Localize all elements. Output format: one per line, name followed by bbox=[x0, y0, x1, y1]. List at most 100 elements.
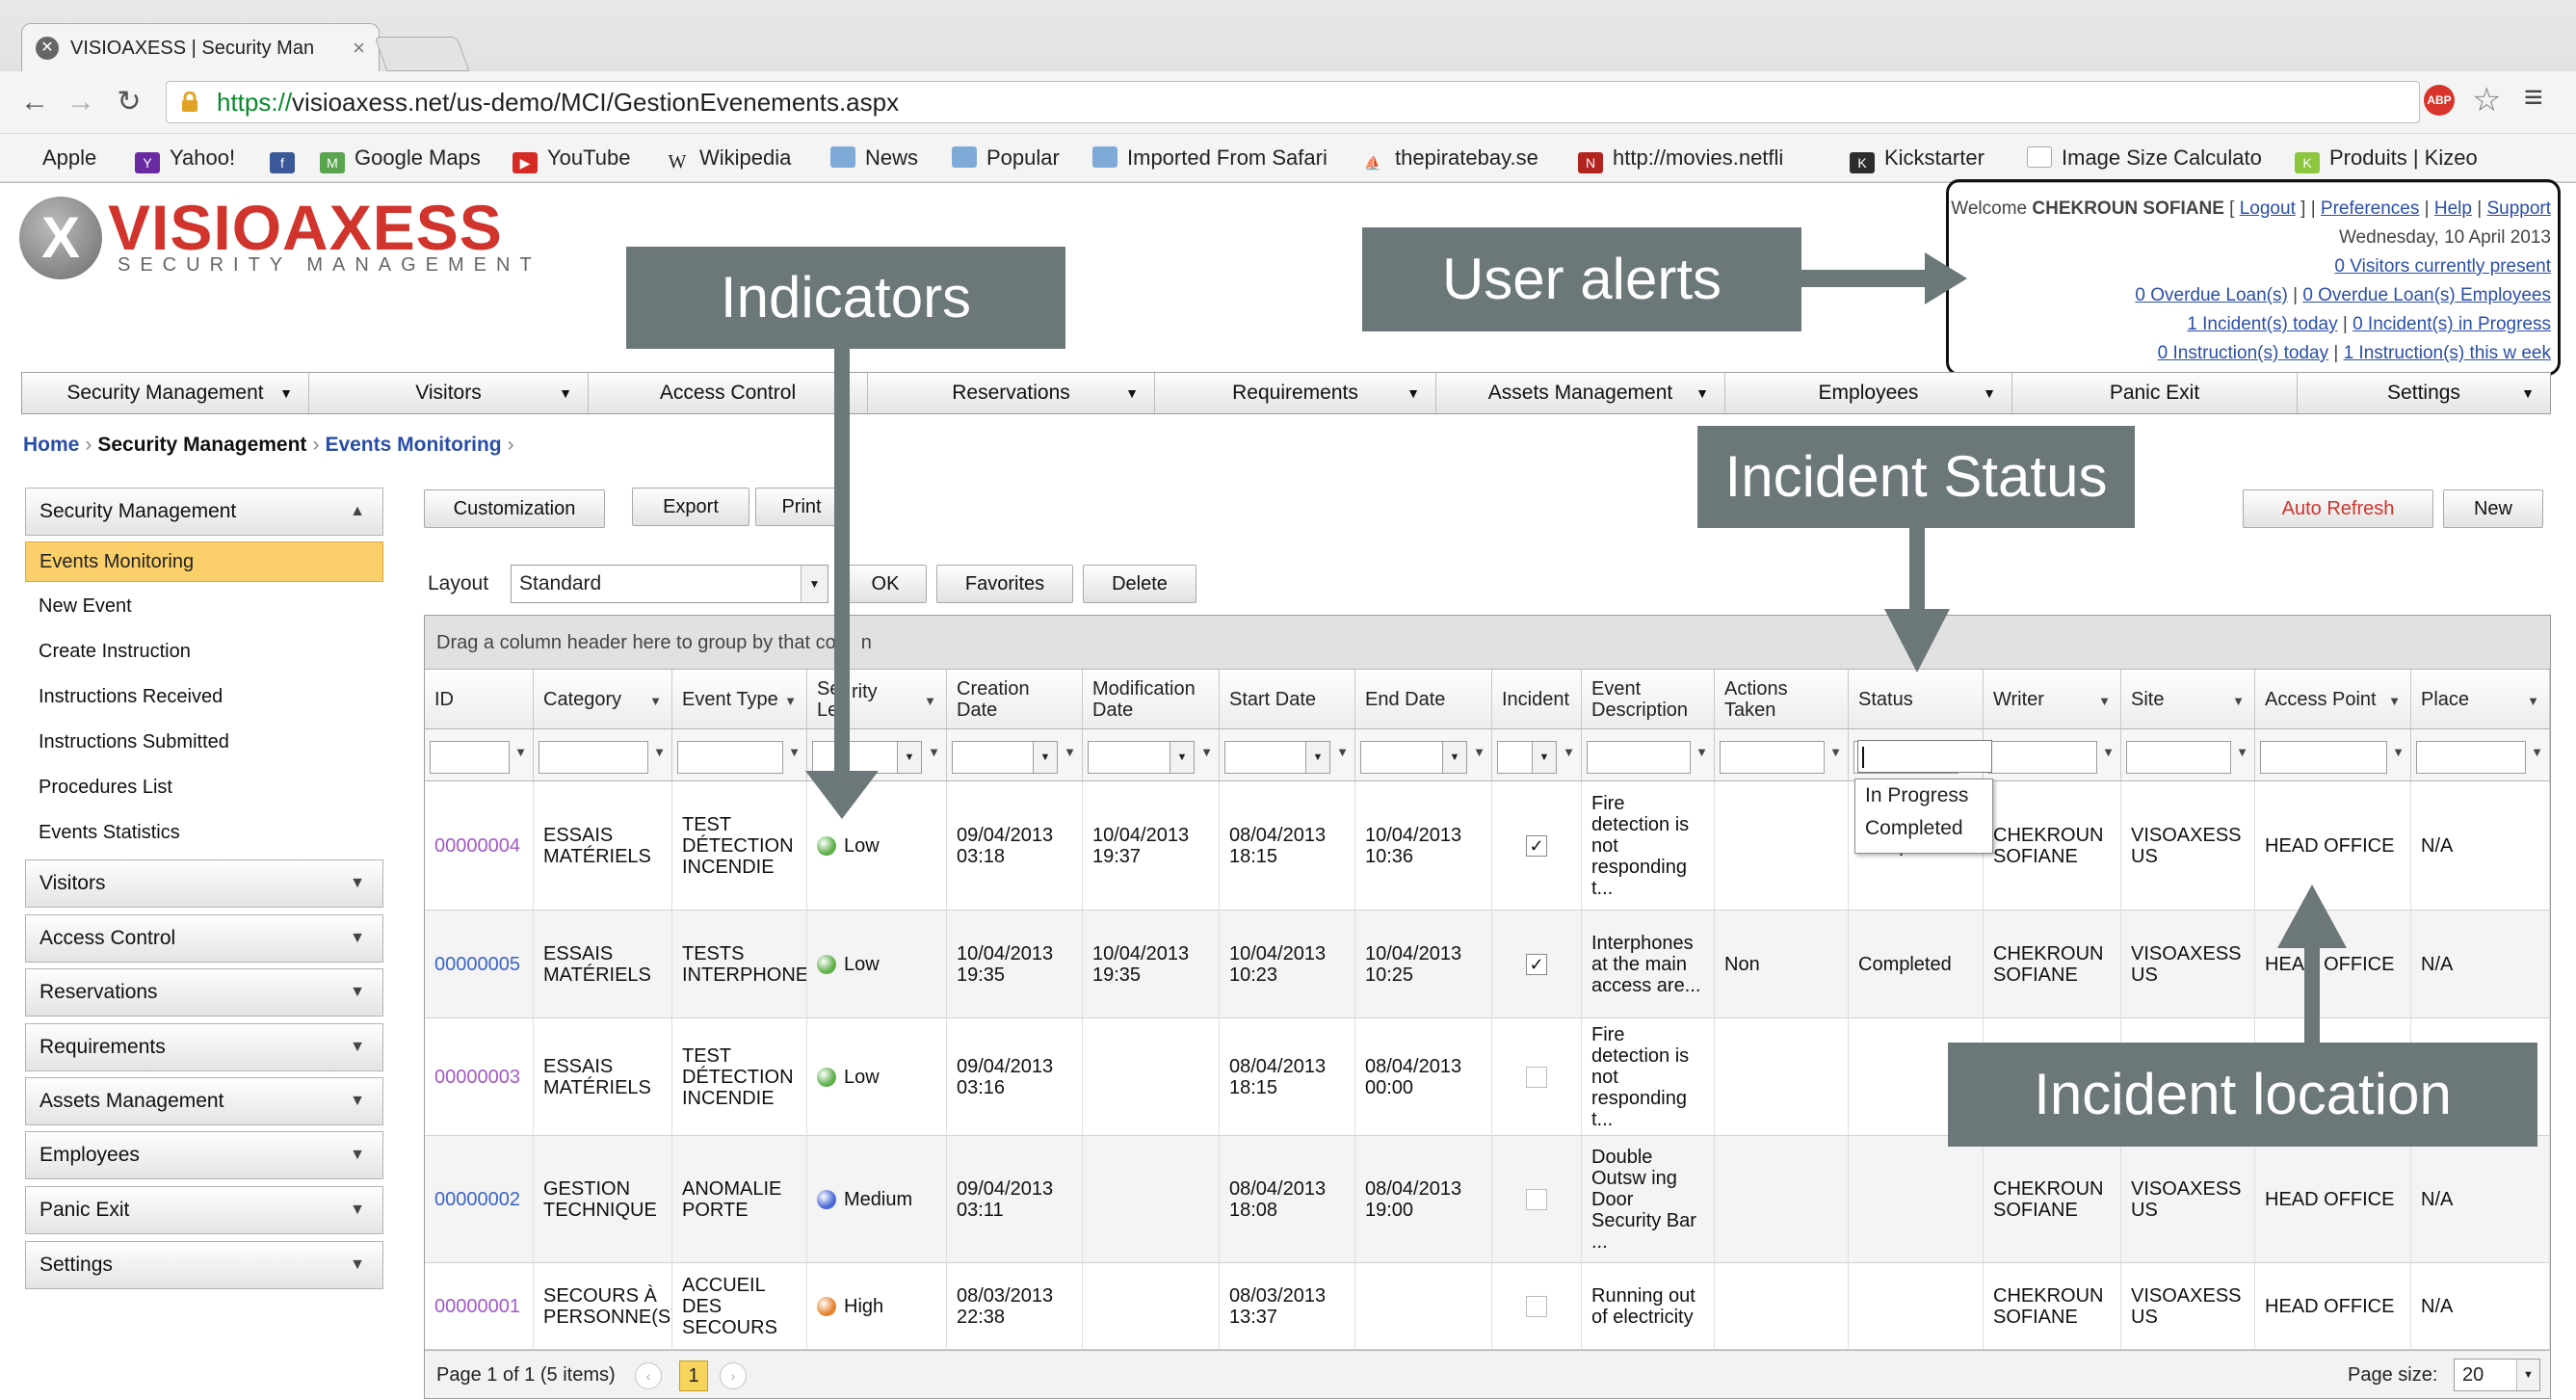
support-link[interactable]: Support bbox=[2486, 198, 2551, 219]
column-header-category[interactable]: Category ▼ bbox=[534, 670, 672, 729]
filter-funnel-icon[interactable]: ▼ bbox=[924, 691, 936, 712]
filter-funnel-icon[interactable]: ▼ bbox=[928, 745, 940, 759]
filter-funnel-icon[interactable]: ▼ bbox=[2527, 691, 2539, 712]
incident-checkbox[interactable]: ✓ bbox=[1526, 954, 1547, 975]
bookmark-kickstarter[interactable]: K Kickstarter bbox=[1850, 144, 1985, 173]
dropdown-arrow-icon[interactable]: ▼ bbox=[1033, 741, 1058, 774]
filter-funnel-icon[interactable]: ▼ bbox=[649, 691, 662, 712]
column-header-event-description[interactable]: Event Description bbox=[1582, 670, 1715, 729]
visitors-present-link[interactable]: 0 Visitors currently present bbox=[2334, 256, 2551, 277]
filter-input-security-level[interactable] bbox=[812, 741, 898, 774]
column-header-actions-taken[interactable]: Actions Taken bbox=[1715, 670, 1849, 729]
breadcrumb-page[interactable]: Events Monitoring bbox=[325, 434, 501, 456]
dropdown-arrow-icon[interactable]: ▼ bbox=[801, 566, 828, 602]
bookmark-popular[interactable]: Popular bbox=[952, 144, 1060, 172]
new-button[interactable]: New bbox=[2443, 489, 2543, 528]
filter-input-event-type[interactable] bbox=[677, 741, 783, 774]
instructions-week-link[interactable]: 1 Instruction(s) this w eek bbox=[2344, 343, 2551, 363]
breadcrumb-home[interactable]: Home bbox=[23, 434, 79, 456]
status-option-completed[interactable]: Completed bbox=[1865, 812, 1992, 845]
sidebar-header-employees[interactable]: Employees ▼ bbox=[25, 1131, 383, 1179]
sidebar-item-instructions-submitted[interactable]: Instructions Submitted bbox=[39, 731, 229, 753]
sidebar-header-panic-exit[interactable]: Panic Exit ▼ bbox=[25, 1186, 383, 1234]
sidebar-header-visitors[interactable]: Visitors ▼ bbox=[25, 859, 383, 908]
overdue-loans-employees-link[interactable]: 0 Overdue Loan(s) Employees bbox=[2302, 285, 2551, 305]
filter-funnel-icon[interactable]: ▼ bbox=[788, 745, 801, 759]
bookmark-yahoo[interactable]: Y Yahoo! bbox=[135, 144, 235, 173]
close-tab-icon[interactable]: × bbox=[353, 24, 365, 72]
column-header-writer[interactable]: Writer ▼ bbox=[1984, 670, 2121, 729]
filter-input-writer[interactable] bbox=[1988, 741, 2097, 774]
event-id-link[interactable]: 00000001 bbox=[434, 1296, 520, 1317]
sidebar-item-new-event[interactable]: New Event bbox=[39, 595, 132, 618]
filter-input-event-description[interactable] bbox=[1587, 741, 1691, 774]
back-arrow-icon[interactable]: ← bbox=[15, 83, 54, 121]
overdue-loans-link[interactable]: 0 Overdue Loan(s) bbox=[2135, 285, 2287, 305]
filter-funnel-icon[interactable]: ▼ bbox=[2102, 745, 2115, 759]
preferences-link[interactable]: Preferences bbox=[2321, 198, 2419, 219]
group-by-area[interactable]: Drag a column header here to group by th… bbox=[425, 616, 2550, 670]
address-bar[interactable]: https://visioaxess.net/us-demo/MCI/Gesti… bbox=[166, 81, 2420, 123]
incident-checkbox[interactable]: ✓ bbox=[1526, 835, 1547, 857]
ok-button[interactable]: OK bbox=[844, 565, 927, 603]
filter-input-place[interactable] bbox=[2416, 741, 2526, 774]
nav-settings[interactable]: Settings ▼ bbox=[2298, 373, 2550, 413]
sidebar-header-settings[interactable]: Settings ▼ bbox=[25, 1241, 383, 1289]
bookmark-star-icon[interactable]: ☆ bbox=[2472, 81, 2501, 119]
filter-funnel-icon[interactable]: ▼ bbox=[653, 745, 666, 759]
export-button[interactable]: Export bbox=[632, 488, 749, 526]
dropdown-arrow-icon[interactable]: ▼ bbox=[1170, 741, 1195, 774]
filter-funnel-icon[interactable]: ▼ bbox=[1829, 745, 1842, 759]
new-tab-button[interactable] bbox=[374, 37, 470, 71]
nav-access-control[interactable]: Access Control bbox=[589, 373, 868, 413]
help-link[interactable]: Help bbox=[2434, 198, 2472, 219]
column-header-start-date[interactable]: Start Date bbox=[1220, 670, 1355, 729]
filter-funnel-icon[interactable]: ▼ bbox=[1064, 745, 1076, 759]
nav-employees[interactable]: Employees ▼ bbox=[1725, 373, 2012, 413]
dropdown-arrow-icon[interactable]: ▼ bbox=[897, 741, 922, 774]
browser-menu-icon[interactable]: ≡ bbox=[2524, 79, 2543, 117]
column-header-modification-date[interactable]: Modification Date bbox=[1083, 670, 1220, 729]
bookmark-piratebay[interactable]: ⛵ thepiratebay.se bbox=[1360, 144, 1538, 173]
filter-input-access-point[interactable] bbox=[2260, 741, 2387, 774]
column-header-site[interactable]: Site ▼ bbox=[2121, 670, 2255, 729]
nav-requirements[interactable]: Requirements ▼ bbox=[1155, 373, 1436, 413]
nav-visitors[interactable]: Visitors ▼ bbox=[309, 373, 589, 413]
delete-button[interactable]: Delete bbox=[1083, 565, 1196, 603]
filter-funnel-icon[interactable]: ▼ bbox=[2392, 745, 2405, 759]
filter-funnel-icon[interactable]: ▼ bbox=[2531, 745, 2543, 759]
filter-funnel-icon[interactable]: ▼ bbox=[1200, 745, 1213, 759]
sidebar-header-security-management[interactable]: Security Management ▲ bbox=[25, 488, 383, 536]
filter-funnel-icon[interactable]: ▼ bbox=[1695, 745, 1708, 759]
bookmark-apple[interactable]: Apple bbox=[13, 144, 96, 172]
filter-input-modification-date[interactable] bbox=[1088, 741, 1170, 774]
nav-assets-management[interactable]: Assets Management ▼ bbox=[1436, 373, 1725, 413]
incident-checkbox[interactable] bbox=[1526, 1067, 1547, 1088]
sidebar-item-instructions-received[interactable]: Instructions Received bbox=[39, 686, 223, 708]
column-header-incident[interactable]: Incident bbox=[1492, 670, 1582, 729]
status-option-in-progress[interactable]: In Progress bbox=[1865, 779, 1992, 812]
reload-icon[interactable]: ↻ bbox=[110, 83, 148, 121]
nav-panic-exit[interactable]: Panic Exit bbox=[2012, 373, 2298, 413]
sidebar-header-access-control[interactable]: Access Control ▼ bbox=[25, 914, 383, 963]
filter-funnel-icon[interactable]: ▼ bbox=[784, 691, 797, 712]
column-header-id[interactable]: ID bbox=[425, 670, 534, 729]
bookmark-wikipedia[interactable]: W Wikipedia bbox=[665, 144, 792, 172]
incidents-progress-link[interactable]: 0 Incident(s) in Progress bbox=[2353, 314, 2551, 334]
filter-funnel-icon[interactable]: ▼ bbox=[1336, 745, 1349, 759]
incident-checkbox[interactable] bbox=[1526, 1189, 1547, 1210]
nav-reservations[interactable]: Reservations ▼ bbox=[868, 373, 1155, 413]
customization-button[interactable]: Customization bbox=[424, 489, 605, 528]
sidebar-item-procedures-list[interactable]: Procedures List bbox=[39, 777, 172, 799]
column-header-event-type[interactable]: Event Type ▼ bbox=[672, 670, 807, 729]
event-id-link[interactable]: 00000005 bbox=[434, 954, 520, 975]
sidebar-header-requirements[interactable]: Requirements ▼ bbox=[25, 1023, 383, 1071]
bookmark-facebook[interactable]: f bbox=[270, 144, 304, 173]
browser-tab[interactable]: ✕ VISIOAXESS | Security Man × bbox=[21, 23, 380, 71]
dropdown-arrow-icon[interactable]: ▼ bbox=[1305, 741, 1330, 774]
filter-funnel-icon[interactable]: ▼ bbox=[2236, 745, 2248, 759]
bookmark-youtube[interactable]: ▶ YouTube bbox=[513, 144, 630, 173]
adblock-icon[interactable]: ABP bbox=[2424, 85, 2455, 116]
event-id-link[interactable]: 00000003 bbox=[434, 1067, 520, 1088]
event-id-link[interactable]: 00000002 bbox=[434, 1189, 520, 1210]
